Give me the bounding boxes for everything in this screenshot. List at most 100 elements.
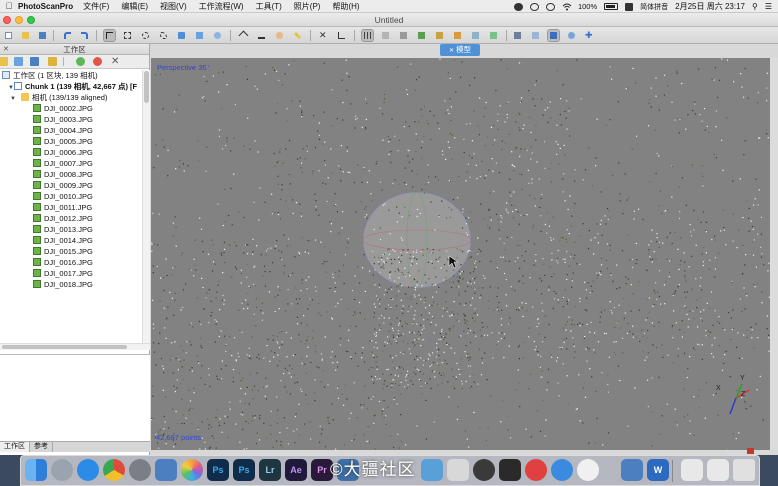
app-icon[interactable] xyxy=(525,459,547,481)
minimize-window-button[interactable] xyxy=(15,16,23,24)
wechat-icon[interactable] xyxy=(513,2,523,11)
sync-icon[interactable] xyxy=(529,2,539,11)
launchpad-icon[interactable] xyxy=(51,459,73,481)
disable-icon[interactable] xyxy=(93,57,102,66)
app-icon[interactable] xyxy=(473,459,495,481)
add-photos-icon[interactable] xyxy=(14,57,23,66)
close-window-button[interactable] xyxy=(3,16,11,24)
tree-item-image[interactable]: DJI_0011.JPG xyxy=(0,202,142,213)
safari-icon[interactable] xyxy=(77,459,99,481)
viewport-scrollbar[interactable] xyxy=(770,58,778,450)
tree-item-image[interactable]: DJI_0016.JPG xyxy=(0,257,142,268)
finder-icon[interactable] xyxy=(25,459,47,481)
trackball-sphere[interactable] xyxy=(363,192,471,288)
tree-item-image[interactable]: DJI_0005.JPG xyxy=(0,136,142,147)
document-icon[interactable] xyxy=(681,459,703,481)
view-shaded-icon[interactable] xyxy=(398,30,409,41)
apple-menu-icon[interactable]:  xyxy=(0,1,18,11)
tab-reference[interactable]: 参考 xyxy=(30,442,53,452)
ruler-icon[interactable] xyxy=(256,30,267,41)
tree-item-image[interactable]: DJI_0015.JPG xyxy=(0,246,142,257)
marker-icon[interactable] xyxy=(238,30,249,41)
view-textured-icon[interactable] xyxy=(452,30,463,41)
move-region-icon[interactable] xyxy=(176,30,187,41)
enable-icon[interactable] xyxy=(76,57,85,66)
menu-workflow[interactable]: 工作流程(W) xyxy=(199,1,244,12)
remove-icon[interactable]: ✕ xyxy=(111,57,120,67)
tree-item-image[interactable]: DJI_0013.JPG xyxy=(0,224,142,235)
app-icon[interactable] xyxy=(447,459,469,481)
tree-item-image[interactable]: DJI_0017.JPG xyxy=(0,268,142,279)
chrome-icon[interactable] xyxy=(103,459,125,481)
tree-vertical-scrollbar[interactable] xyxy=(142,70,150,343)
reset-view-icon[interactable]: ✚ xyxy=(584,30,595,41)
menu-view[interactable]: 视图(V) xyxy=(160,1,187,12)
view-tiled-icon[interactable] xyxy=(470,30,481,41)
navigation-tool-icon[interactable] xyxy=(103,29,116,42)
close-tab-icon[interactable]: ✕ xyxy=(449,48,454,54)
undo-icon[interactable] xyxy=(62,30,73,41)
notification-center-icon[interactable]: ☰ xyxy=(765,2,772,11)
lightroom-icon[interactable]: Lr xyxy=(259,459,281,481)
menu-photos[interactable]: 照片(P) xyxy=(294,1,321,12)
tree-item-image[interactable]: DJI_0012.JPG xyxy=(0,213,142,224)
tree-item-image[interactable]: DJI_0014.JPG xyxy=(0,235,142,246)
input-method-label[interactable]: 简体拼音 xyxy=(640,2,668,12)
view-points-icon[interactable] xyxy=(361,29,374,42)
tree-item-image[interactable]: DJI_0008.JPG xyxy=(0,169,142,180)
tree-horizontal-scrollbar[interactable] xyxy=(0,343,150,350)
add-folder-icon[interactable] xyxy=(30,57,39,66)
resize-region-icon[interactable] xyxy=(194,30,205,41)
tree-item-workspace[interactable]: 工作区 (1 区块, 139 相机) xyxy=(0,70,142,81)
open-folder-icon[interactable] xyxy=(20,30,31,41)
tab-workspace[interactable]: 工作区 xyxy=(0,442,30,452)
new-file-icon[interactable] xyxy=(3,30,14,41)
show-region-icon[interactable] xyxy=(547,29,560,42)
import-icon[interactable] xyxy=(48,57,57,66)
menu-edit[interactable]: 编辑(E) xyxy=(121,1,148,12)
circle-select-icon[interactable] xyxy=(140,30,151,41)
view-dense-cloud-icon[interactable] xyxy=(380,30,391,41)
spotlight-icon[interactable]: ⚲ xyxy=(752,2,758,11)
tree-item-cameras[interactable]: ▼ 相机 (139/139 aligned) xyxy=(0,92,142,103)
input-method-icon[interactable] xyxy=(625,2,634,11)
battery-icon[interactable] xyxy=(604,3,619,10)
tree-item-image[interactable]: DJI_0018.JPG xyxy=(0,279,142,290)
photos-icon[interactable] xyxy=(181,459,203,481)
view-wireframe-icon[interactable] xyxy=(434,30,445,41)
final-cut-icon[interactable] xyxy=(499,459,521,481)
tree-item-image[interactable]: DJI_0009.JPG xyxy=(0,180,142,191)
rectangle-select-icon[interactable] xyxy=(122,30,133,41)
view-solid-icon[interactable] xyxy=(416,30,427,41)
add-chunk-icon[interactable] xyxy=(0,57,8,66)
document-icon[interactable] xyxy=(707,459,729,481)
app-icon[interactable] xyxy=(551,459,573,481)
tree-item-chunk[interactable]: ▼ Chunk 1 (139 相机, 42,667 点) [F xyxy=(0,81,142,92)
record-icon[interactable] xyxy=(545,2,555,11)
menu-file[interactable]: 文件(F) xyxy=(83,1,109,12)
tab-model[interactable]: ✕ 模型 xyxy=(440,44,480,56)
word-icon[interactable]: W xyxy=(647,459,669,481)
panel-close-icon[interactable]: ✕ xyxy=(3,44,9,55)
tree-item-image[interactable]: DJI_0006.JPG xyxy=(0,147,142,158)
tree-item-image[interactable]: DJI_0002.JPG xyxy=(0,103,142,114)
app-menu[interactable]: PhotoScanPro xyxy=(18,2,73,11)
zoom-window-button[interactable] xyxy=(27,16,35,24)
qq-icon[interactable] xyxy=(577,459,599,481)
redo-icon[interactable] xyxy=(79,30,90,41)
wifi-icon[interactable] xyxy=(562,3,572,11)
hand-icon[interactable] xyxy=(274,30,285,41)
menu-help[interactable]: 帮助(H) xyxy=(332,1,359,12)
save-icon[interactable] xyxy=(37,30,48,41)
tree-item-image[interactable]: DJI_0004.JPG xyxy=(0,125,142,136)
crop-selection-icon[interactable] xyxy=(336,30,347,41)
clock[interactable]: 2月25日 周六 23:17 xyxy=(675,1,745,12)
trash-icon[interactable] xyxy=(733,459,755,481)
system-preferences-icon[interactable] xyxy=(129,459,151,481)
status-icon[interactable] xyxy=(747,448,754,454)
tree-item-image[interactable]: DJI_0007.JPG xyxy=(0,158,142,169)
pencil-icon[interactable] xyxy=(292,30,303,41)
photoshop-icon[interactable]: Ps xyxy=(207,459,229,481)
delete-selection-icon[interactable]: ✕ xyxy=(318,30,329,41)
point-cloud[interactable]: X Y Z xyxy=(151,58,770,450)
